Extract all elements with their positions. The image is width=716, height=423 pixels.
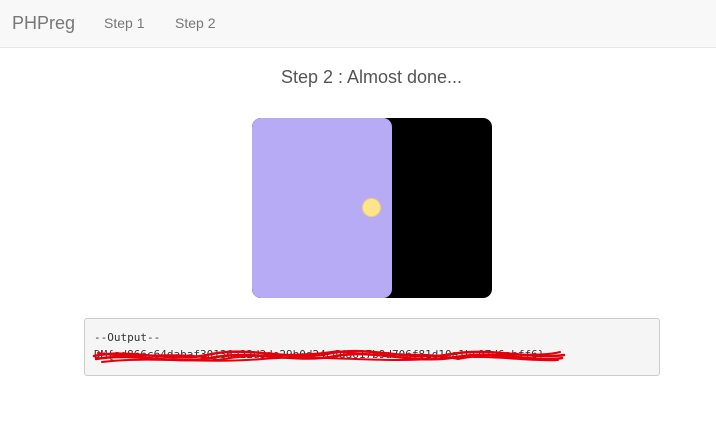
redaction-scribble [92,349,566,363]
door-frame [252,118,492,298]
page-heading: Step 2 : Almost done... [280,67,463,87]
nav-step-2[interactable]: Step 2 [175,14,215,32]
nav-step-1[interactable]: Step 1 [104,14,144,32]
door-knob[interactable] [362,198,381,217]
navbar: PHPreg Step 1 Step 2 [0,0,716,48]
door-panel[interactable] [252,118,392,298]
brand-link[interactable]: PHPreg [12,12,75,34]
